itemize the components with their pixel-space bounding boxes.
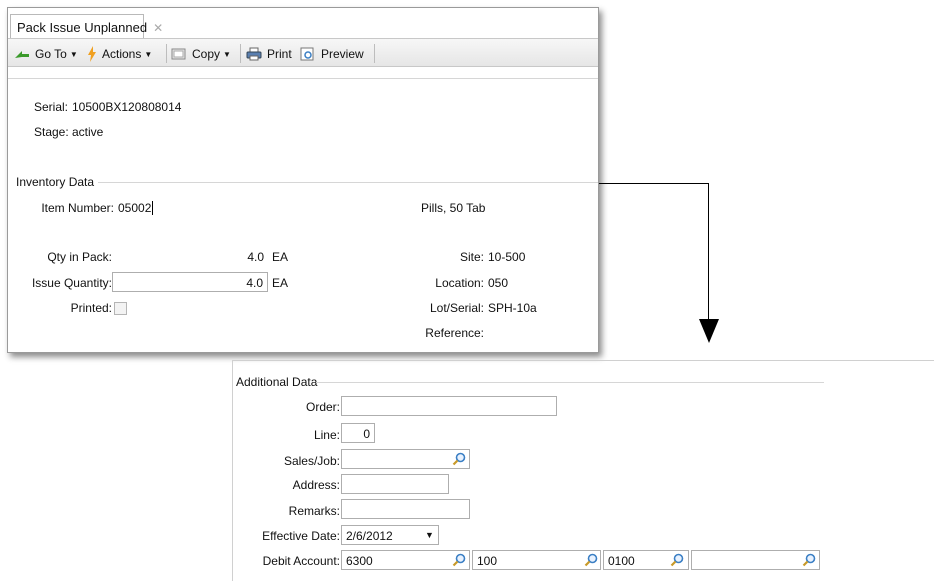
qty-in-pack-uom: EA — [272, 250, 289, 264]
effective-date-label: Effective Date: — [262, 529, 340, 543]
header-divider — [8, 78, 598, 79]
inventory-group-title: Inventory Data — [16, 175, 95, 189]
tab-pack-issue-unplanned[interactable]: Pack Issue Unplanned ✕ — [10, 14, 163, 38]
location-label: Location: — [435, 276, 484, 290]
debit-account-value: 6300 — [346, 554, 373, 568]
stage-value: active — [72, 125, 104, 139]
order-label: Order: — [305, 400, 340, 414]
chevron-down-icon[interactable]: ▼ — [425, 530, 434, 540]
issue-quantity-value: 4.0 — [246, 276, 263, 290]
printer-icon — [246, 47, 262, 61]
goto-arrow-icon — [15, 51, 29, 58]
debit-project-input[interactable] — [691, 550, 820, 570]
print-button[interactable]: Print — [246, 45, 292, 63]
remarks-input[interactable] — [341, 499, 470, 519]
debit-account-input[interactable]: 6300 — [341, 550, 470, 570]
debit-sub-account-value: 100 — [477, 554, 498, 568]
goto-button[interactable]: Go To ▼ — [14, 45, 78, 63]
debit-sub-account-input[interactable]: 100 — [472, 550, 601, 570]
debit-account-lookup-icon[interactable] — [452, 553, 466, 567]
lot-serial-label: Lot/Serial: — [429, 301, 484, 315]
actions-button[interactable]: Actions ▼ — [87, 45, 152, 63]
debit-account-label: Debit Account: — [262, 554, 340, 568]
sales-job-lookup-icon[interactable] — [452, 452, 466, 466]
site-value: 10-500 — [488, 250, 526, 264]
serial-value: 10500BX120808014 — [72, 100, 182, 114]
item-description: Pills, 50 Tab — [421, 201, 486, 215]
goto-label: Go To — [35, 47, 67, 61]
toolbar: Go To ▼ Actions ▼ Copy ▼ Print Preview — [8, 38, 598, 67]
panel-border-top — [232, 360, 934, 361]
tab-close-icon[interactable]: ✕ — [153, 21, 163, 35]
address-input[interactable] — [341, 474, 449, 494]
connector-line-horizontal — [599, 183, 709, 184]
site-label: Site: — [459, 250, 484, 264]
sales-job-input[interactable] — [341, 449, 470, 469]
printed-checkbox[interactable] — [114, 302, 127, 315]
panel-border-left — [232, 360, 233, 581]
debit-cost-center-lookup-icon[interactable] — [670, 553, 684, 567]
printed-label: Printed: — [70, 301, 112, 315]
inventory-group-line — [98, 182, 598, 183]
debit-sub-account-lookup-icon[interactable] — [584, 553, 598, 567]
chevron-down-icon: ▼ — [69, 49, 78, 59]
lot-serial-value: SPH-10a — [488, 301, 537, 315]
preview-icon — [300, 47, 314, 61]
line-value: 0 — [363, 427, 370, 441]
copy-label: Copy — [192, 47, 221, 61]
copy-icon — [171, 48, 186, 60]
print-label: Print — [267, 47, 292, 61]
line-label: Line: — [313, 428, 340, 442]
pack-issue-window: Pack Issue Unplanned ✕ Go To ▼ Actions ▼ Co… — [7, 7, 599, 353]
debit-project-lookup-icon[interactable] — [802, 553, 816, 567]
order-input[interactable] — [341, 396, 557, 416]
copy-button[interactable]: Copy ▼ — [171, 45, 231, 63]
remarks-label: Remarks: — [288, 504, 340, 518]
toolbar-separator — [240, 44, 241, 63]
preview-label: Preview — [321, 47, 364, 61]
actions-label: Actions — [102, 47, 142, 61]
toolbar-separator — [374, 44, 375, 63]
issue-quantity-label: Issue Quantity: — [31, 276, 112, 290]
toolbar-separator — [166, 44, 167, 63]
item-number-input[interactable]: 05002 — [118, 201, 154, 215]
stage-label: Stage: — [34, 125, 69, 139]
reference-label: Reference: — [425, 326, 484, 340]
chevron-down-icon: ▼ — [144, 49, 153, 59]
chevron-down-icon: ▼ — [223, 49, 231, 59]
additional-group-title: Additional Data — [236, 375, 318, 389]
address-label: Address: — [292, 478, 340, 492]
sales-job-label: Sales/Job: — [283, 454, 340, 468]
qty-in-pack-label: Qty in Pack: — [47, 250, 112, 264]
connector-line-vertical — [708, 183, 709, 320]
tab-title: Pack Issue Unplanned — [17, 20, 148, 35]
item-number-label: Item Number: — [41, 201, 114, 215]
line-input[interactable]: 0 — [341, 423, 375, 443]
debit-cost-center-value: 0100 — [608, 554, 635, 568]
additional-group-line — [316, 382, 824, 383]
qty-in-pack-value: 4.0 — [247, 250, 264, 264]
location-value: 050 — [488, 276, 509, 290]
issue-quantity-uom: EA — [272, 276, 289, 290]
effective-date-value: 2/6/2012 — [346, 529, 393, 543]
serial-label: Serial: — [34, 100, 69, 114]
preview-button[interactable]: Preview — [300, 45, 364, 63]
issue-quantity-input[interactable]: 4.0 — [112, 272, 268, 292]
additional-data-panel: Additional Data Order: Line: 0 Sales/Job… — [232, 360, 934, 581]
lightning-icon — [88, 46, 96, 62]
arrow-down-icon — [699, 319, 719, 343]
